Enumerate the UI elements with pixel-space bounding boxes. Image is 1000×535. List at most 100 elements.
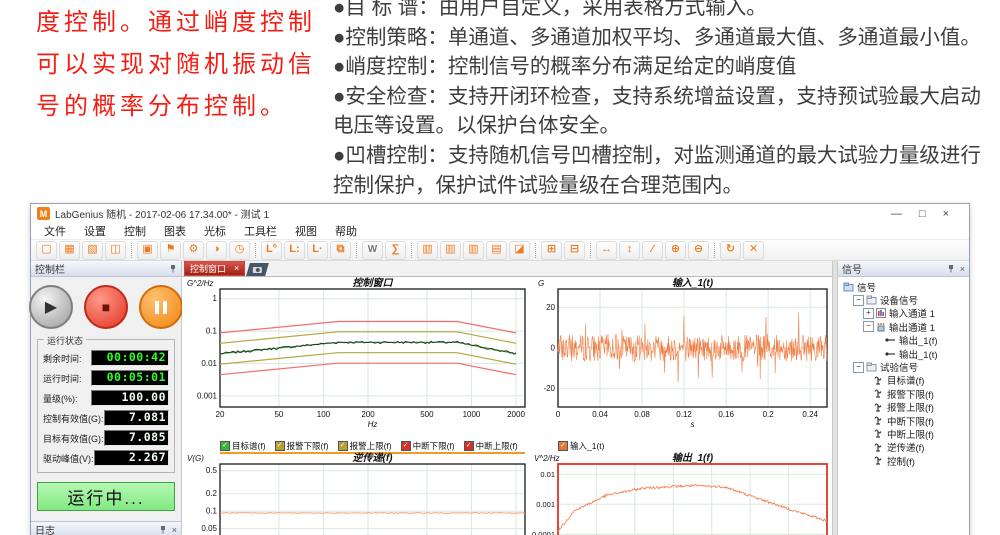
tree-item[interactable]: −试验信号 xyxy=(841,360,969,373)
fit-horizontal-button[interactable]: ↔ xyxy=(596,241,617,260)
legend-item[interactable]: ✓报警下限(f) xyxy=(275,440,329,452)
save-button[interactable]: ▦ xyxy=(59,241,80,260)
chart-waterfall-button[interactable]: ▥ xyxy=(463,241,484,260)
tree-item[interactable]: −设备信号 xyxy=(841,293,969,306)
tree-item[interactable]: 控制(f) xyxy=(841,454,969,467)
chart-plot[interactable]: 输出_1(f)V^2/Hz0.010.0010.0001 xyxy=(532,451,832,535)
legend-label: 输入_1(t) xyxy=(570,440,604,452)
auto-scale-button[interactable]: ✕ xyxy=(743,241,764,260)
restore-button[interactable]: □ xyxy=(919,208,926,220)
menu-item[interactable]: 帮助 xyxy=(326,223,366,239)
legend-checkbox[interactable]: ✓ xyxy=(558,441,568,451)
chart-plot[interactable]: 控制窗口G^2/Hz10.10.010.00120501002005001000… xyxy=(184,276,531,434)
fit-slope-button[interactable]: ∕ xyxy=(642,241,663,260)
menu-item[interactable]: 光标 xyxy=(195,223,235,239)
zoom-in-button[interactable]: ⊕ xyxy=(665,241,686,260)
project-package-button[interactable]: ▣ xyxy=(137,241,158,260)
tree-item[interactable]: 报警上限(f) xyxy=(841,401,969,414)
bookmark-flag-button[interactable]: ⚑ xyxy=(160,241,181,260)
expand-icon[interactable]: + xyxy=(863,308,874,319)
legend-checkbox[interactable]: ✓ xyxy=(464,441,474,451)
tab-close-icon[interactable]: × xyxy=(234,264,239,273)
pin-icon[interactable] xyxy=(159,525,167,534)
tree-item[interactable]: 逆传递(f) xyxy=(841,441,969,454)
start-button[interactable]: ▶ xyxy=(29,285,73,329)
svg-text:输入_1(t): 输入_1(t) xyxy=(672,277,714,289)
layout-grid-button[interactable]: ⊞ xyxy=(541,241,562,260)
legend-checkbox[interactable]: ✓ xyxy=(220,441,230,451)
tree-item[interactable]: 输出_1(f) xyxy=(841,334,969,347)
chart-input-1t[interactable]: 输入_1(t)G200-2000.040.080.120.160.20.24s ✓… xyxy=(532,276,832,451)
close-button[interactable]: × xyxy=(943,208,949,220)
tree-item[interactable]: 信号 xyxy=(841,280,969,293)
tree-item[interactable]: +输入通道 1 xyxy=(841,307,969,320)
settings-gear-button[interactable]: ⚙ xyxy=(183,241,204,260)
refresh-button[interactable]: ↻ xyxy=(720,241,741,260)
close-panel-icon[interactable]: × xyxy=(172,525,177,535)
menu-item[interactable]: 工具栏 xyxy=(235,223,286,239)
collapse-icon[interactable]: − xyxy=(853,362,864,373)
cursor-double-button[interactable]: L: xyxy=(284,241,305,260)
legend-item[interactable]: ✓目标谱(f) xyxy=(220,440,266,452)
chart-plot[interactable]: 逆传递(f)V(G)0.50.20.10.05 xyxy=(184,451,531,535)
menu-item[interactable]: 视图 xyxy=(286,223,326,239)
menu-item[interactable]: 控制 xyxy=(115,223,155,239)
pause-button[interactable] xyxy=(139,285,183,329)
intro-bullet-list: ●目 标 谱：由用户自定义，采用表格方式输入。●控制策略：单通道、多通道加权平均… xyxy=(333,0,997,200)
legend-item[interactable]: ✓中断下限(f) xyxy=(401,440,455,452)
chart-diagonal-button[interactable]: ◪ xyxy=(509,241,530,260)
menu-item[interactable]: 文件 xyxy=(35,223,75,239)
pin-icon[interactable] xyxy=(947,264,955,273)
tree-item[interactable]: 目标谱(f) xyxy=(841,374,969,387)
cursor-single-button[interactable]: L° xyxy=(261,241,282,260)
intro-red-paragraph: 度控制。通过峭度控制可以实现对随机振动信号的概率分布控制。 xyxy=(36,2,336,128)
menu-item[interactable]: 图表 xyxy=(155,223,195,239)
snapshot-tab[interactable] xyxy=(246,263,269,276)
chart-output-1f[interactable]: 输出_1(f)V^2/Hz0.010.0010.0001 xyxy=(532,451,832,535)
fit-vertical-button[interactable]: ↕ xyxy=(619,241,640,260)
tree-item[interactable]: 输出_1(t) xyxy=(841,347,969,360)
menu-item[interactable]: 设置 xyxy=(75,223,115,239)
copy-window-button[interactable]: ⧉ xyxy=(330,241,351,260)
minimize-button[interactable]: — xyxy=(891,208,902,220)
stop-button[interactable]: ■ xyxy=(84,285,128,329)
chart-history-button[interactable]: ▥ xyxy=(440,241,461,260)
legend-item[interactable]: ✓输入_1(t) xyxy=(558,440,604,452)
chart-plot[interactable]: 输入_1(t)G200-2000.040.080.120.160.20.24s xyxy=(532,276,832,434)
svg-text:s: s xyxy=(691,420,695,429)
tree-item[interactable]: 中断下限(f) xyxy=(841,414,969,427)
svg-text:V(G): V(G) xyxy=(187,454,204,463)
svg-text:0.001: 0.001 xyxy=(197,391,218,400)
collapse-icon[interactable]: − xyxy=(863,321,874,332)
tree-item[interactable]: 报警下限(f) xyxy=(841,387,969,400)
export-file-button[interactable]: ◫ xyxy=(105,241,126,260)
open-folder-button[interactable]: ▧ xyxy=(82,241,103,260)
svg-text:0.5: 0.5 xyxy=(206,466,218,475)
pin-icon[interactable] xyxy=(169,264,177,273)
toolbar-separator xyxy=(590,243,591,258)
legend-item[interactable]: ✓报警上限(f) xyxy=(338,440,392,452)
chart-spectrum-button[interactable]: ▥ xyxy=(417,241,438,260)
schedule-clock-button[interactable]: ◷ xyxy=(229,241,250,260)
close-panel-icon[interactable]: × xyxy=(960,264,965,274)
legend-checkbox[interactable]: ✓ xyxy=(401,441,411,451)
signal-setup-button[interactable]: ◑ xyxy=(206,241,227,260)
new-file-button[interactable]: ▢ xyxy=(36,241,57,260)
layout-grid-alt-button[interactable]: ⊟ xyxy=(564,241,585,260)
chart-control-window[interactable]: 控制窗口G^2/Hz10.10.010.00120501002005001000… xyxy=(184,276,531,451)
legend-item[interactable]: ✓中断上限(f) xyxy=(464,440,518,452)
statistics-sigma-button[interactable]: ∑ xyxy=(385,241,406,260)
tab-control-window[interactable]: 控制窗口 × xyxy=(184,261,245,276)
tree-item[interactable]: −输出通道 1 xyxy=(841,320,969,333)
chart-inverse-transfer[interactable]: 逆传递(f)V(G)0.50.20.10.05 xyxy=(184,451,531,535)
collapse-icon[interactable]: − xyxy=(853,295,864,306)
zoom-out-button[interactable]: ⊖ xyxy=(688,241,709,260)
export-word-button[interactable]: W xyxy=(362,241,383,260)
tree-item[interactable]: 中断上限(f) xyxy=(841,427,969,440)
legend-checkbox[interactable]: ✓ xyxy=(338,441,348,451)
legend-checkbox[interactable]: ✓ xyxy=(275,441,285,451)
tree-item-label: 报警上限(f) xyxy=(887,400,934,414)
status-label: 控制有效值(G): xyxy=(43,412,104,425)
cursor-harmonic-button[interactable]: L· xyxy=(307,241,328,260)
chart-axes-button[interactable]: ▤ xyxy=(486,241,507,260)
